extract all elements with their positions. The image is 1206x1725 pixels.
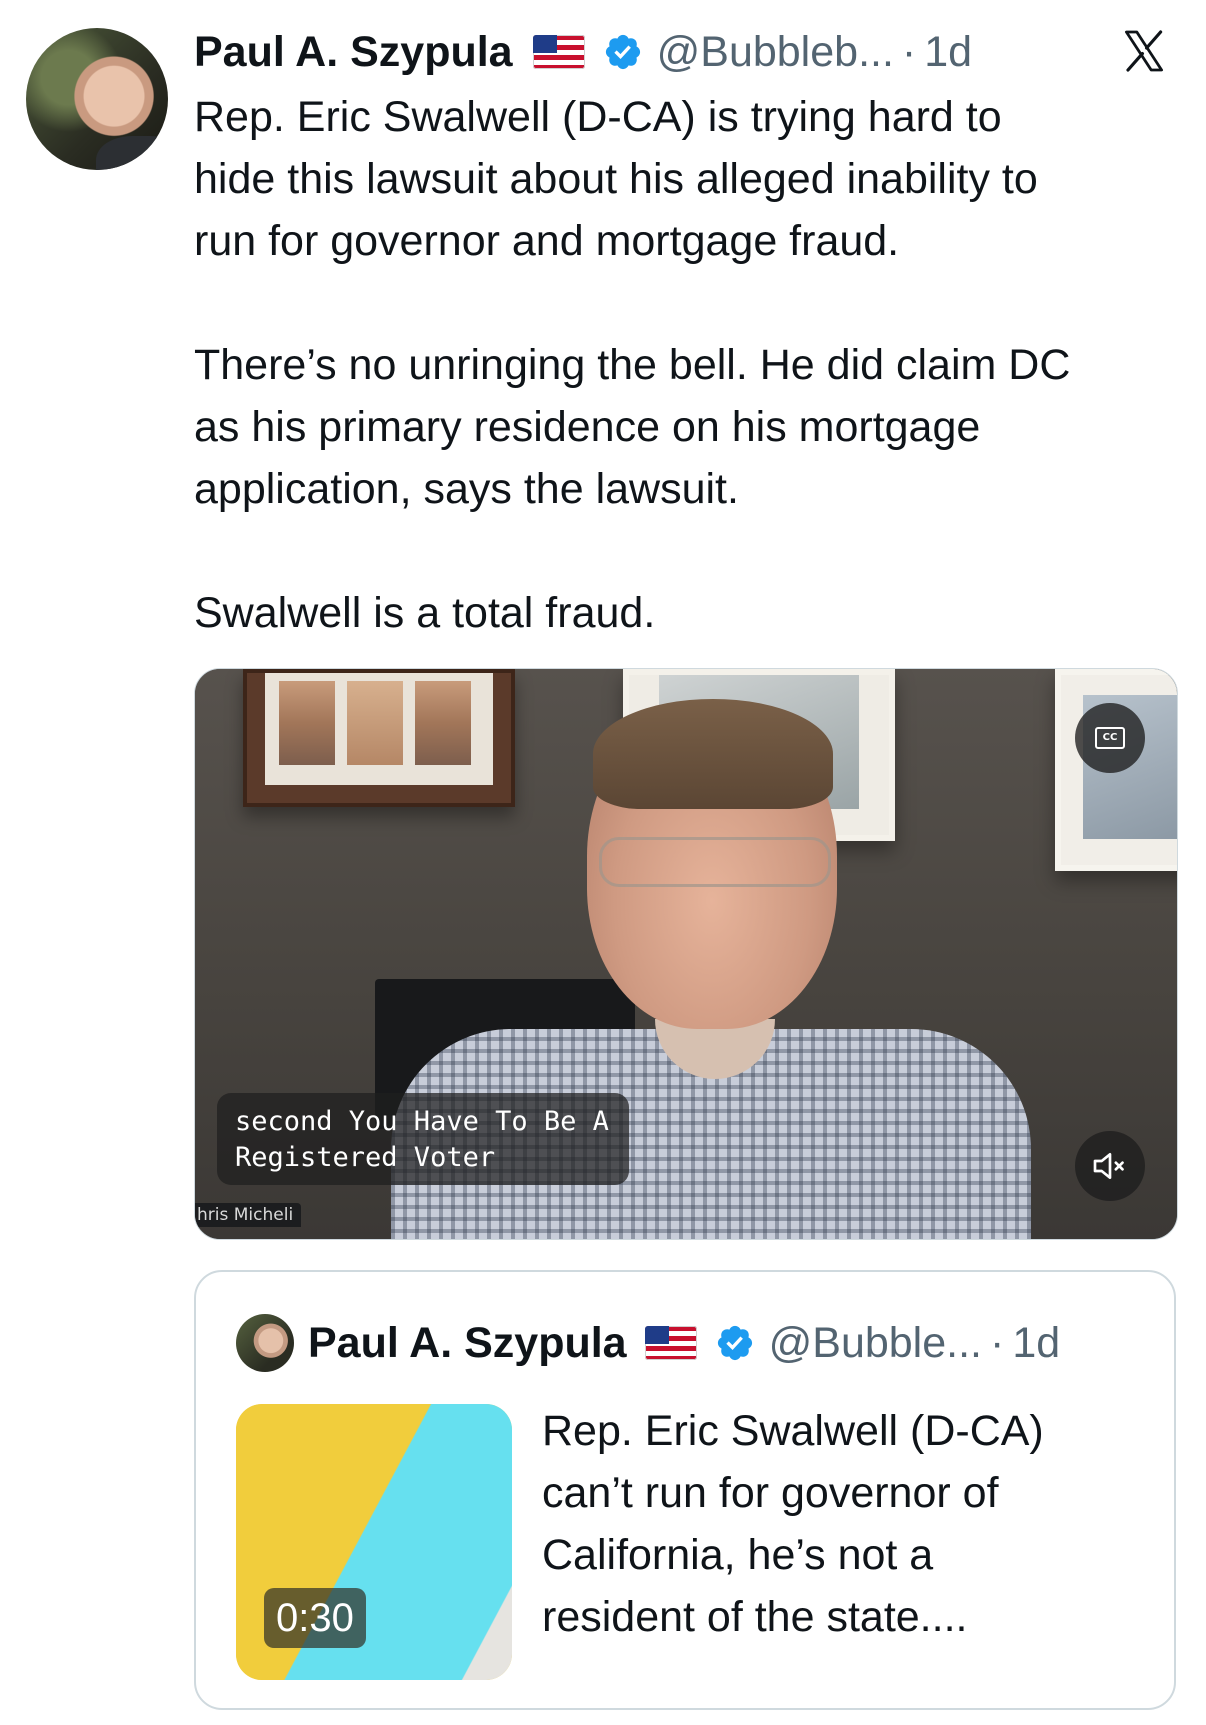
author-avatar[interactable] [26, 28, 168, 170]
quoted-author-avatar[interactable] [236, 1314, 294, 1372]
closed-captions-icon: CC [1095, 727, 1125, 749]
speaker-muted-icon [1093, 1153, 1124, 1179]
quoted-video-thumbnail[interactable]: 0:30 [236, 1404, 512, 1680]
tweet-text: Rep. Eric Swalwell (D-CA) is trying hard… [194, 86, 1184, 644]
quoted-author-display-name[interactable]: Paul A. Szypula [308, 1319, 627, 1368]
mute-button[interactable] [1075, 1131, 1145, 1201]
video-caption: second You Have To Be A Registered Voter [217, 1093, 629, 1185]
video-duration-badge: 0:30 [264, 1588, 366, 1648]
us-flag-icon [644, 1326, 697, 1360]
caption-line: second You Have To Be A [235, 1106, 609, 1137]
quoted-author-handle[interactable]: @Bubble... [769, 1319, 982, 1368]
wall-picture-frame [243, 669, 515, 807]
speaker-name-tag: hris Micheli [195, 1203, 302, 1227]
tweet-paragraph: There’s no unringing the bell. He did cl… [194, 341, 1071, 513]
us-flag-icon [532, 35, 585, 69]
quoted-tweet-card[interactable]: Paul A. Szypula @Bubble... · 1d 0:30 Rep… [194, 1270, 1176, 1710]
tweet-paragraph: Swalwell is a total fraud. [194, 589, 656, 637]
closed-captions-button[interactable]: CC [1075, 703, 1145, 773]
verified-badge-icon[interactable] [715, 1323, 755, 1363]
author-handle[interactable]: @Bubbleb... [657, 28, 894, 77]
speaker-glasses [599, 837, 831, 887]
quoted-tweet-time[interactable]: 1d [1012, 1319, 1060, 1368]
separator-dot: · [990, 1318, 1005, 1367]
author-display-name[interactable]: Paul A. Szypula [194, 28, 513, 77]
video-player[interactable]: CC second You Have To Be A Registered Vo… [194, 668, 1178, 1240]
separator-dot: · [901, 27, 917, 76]
avatar-shirt [96, 136, 168, 170]
tweet-time[interactable]: 1d [924, 28, 972, 77]
x-logo-icon[interactable] [1118, 27, 1170, 75]
quoted-tweet-text: Rep. Eric Swalwell (D-CA) can’t run for … [542, 1407, 1044, 1641]
tweet-paragraph: Rep. Eric Swalwell (D-CA) is trying hard… [194, 93, 1038, 265]
verified-badge-icon[interactable] [603, 32, 643, 72]
quoted-tweet-header: Paul A. Szypula @Bubble... · 1d [308, 1308, 1060, 1378]
speaker-hair [593, 699, 833, 809]
caption-line: Registered Voter [235, 1142, 496, 1173]
tweet-header: Paul A. Szypula @Bubbleb... · 1d [194, 20, 972, 84]
